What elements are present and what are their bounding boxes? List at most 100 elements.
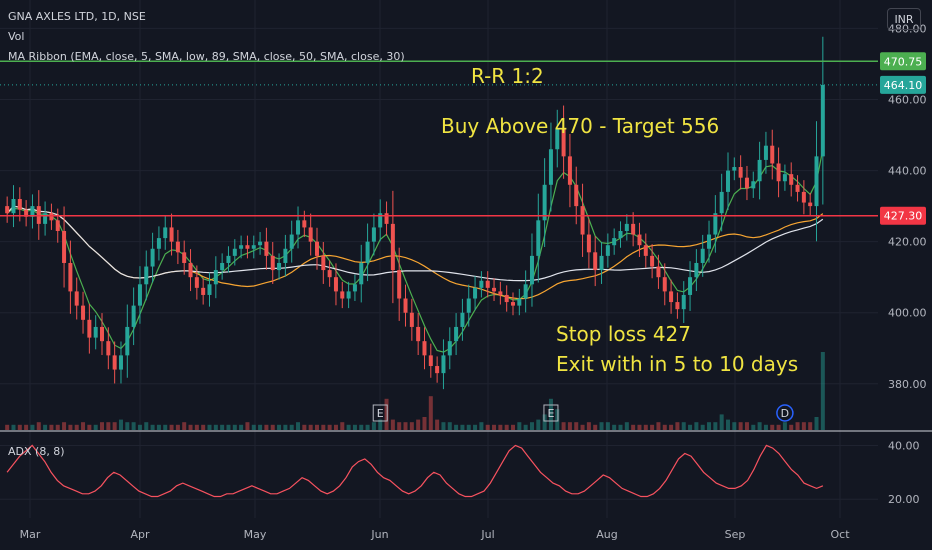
- volume-legend[interactable]: Vol: [8, 30, 24, 43]
- volume-bar: [24, 424, 29, 430]
- candle-body: [618, 230, 623, 239]
- price-tick-label: 400.00: [888, 307, 927, 320]
- candle-body: [454, 326, 459, 342]
- candle-body: [795, 184, 800, 192]
- last-price-badge: 464.10: [884, 79, 923, 92]
- candle-body: [55, 220, 60, 231]
- time-tick-label: Sep: [725, 528, 746, 541]
- candle-body: [258, 241, 263, 246]
- candle-body: [251, 245, 256, 249]
- volume-bar: [43, 424, 48, 430]
- candle-body: [11, 199, 16, 214]
- candle-body: [150, 248, 155, 267]
- candle-body: [473, 287, 478, 299]
- candle-body: [163, 227, 168, 239]
- adx-legend[interactable]: ADX (8, 8): [8, 445, 65, 458]
- candle-body: [194, 277, 199, 288]
- volume-bar: [55, 424, 60, 430]
- volume-bar: [397, 422, 402, 430]
- candle-body: [637, 234, 642, 246]
- candle-body: [485, 280, 490, 288]
- candle-body: [390, 223, 395, 271]
- candle-body: [492, 287, 497, 292]
- candle-body: [567, 156, 572, 185]
- currency-button[interactable]: INR: [887, 8, 921, 30]
- volume-bar: [529, 422, 534, 430]
- volume-bar: [30, 424, 35, 430]
- volume-bar: [264, 424, 269, 430]
- volume-bar: [49, 424, 54, 430]
- buy-annotation: Buy Above 470 - Target 556: [441, 114, 720, 138]
- candle-body: [669, 291, 674, 303]
- stop-annotation: Stop loss 427: [556, 322, 691, 346]
- candle-body: [435, 366, 440, 374]
- volume-bar: [277, 424, 282, 430]
- chart-canvas[interactable]: EED 380.00400.00420.00440.00460.00480.00…: [0, 0, 932, 550]
- price-tick-label: 380.00: [888, 378, 927, 391]
- volume-bar: [542, 414, 547, 430]
- volume-bar: [68, 424, 73, 430]
- candle-body: [650, 255, 655, 267]
- volume-bar: [150, 424, 155, 430]
- volume-bar: [365, 424, 370, 430]
- time-tick-label: May: [244, 528, 267, 541]
- volume-bar: [346, 424, 351, 430]
- candle-body: [87, 319, 92, 338]
- candle-body: [599, 255, 604, 271]
- candle-body: [504, 294, 509, 303]
- volume-bar: [270, 424, 275, 430]
- volume-bar: [586, 422, 591, 430]
- volume-bar: [599, 422, 604, 430]
- volume-bar: [707, 422, 712, 430]
- candle-body: [137, 284, 142, 306]
- volume-bar: [744, 422, 749, 430]
- volume-bar: [289, 424, 294, 430]
- time-tick-label: Aug: [596, 528, 617, 541]
- candle-body: [770, 145, 775, 164]
- volume-bar: [536, 419, 541, 430]
- candle-body: [201, 287, 206, 295]
- candle-body: [365, 241, 370, 263]
- candle-body: [574, 184, 579, 207]
- volume-bar: [460, 424, 465, 430]
- candle-body: [580, 206, 585, 235]
- volume-bar: [93, 424, 98, 430]
- volume-bar: [188, 424, 193, 430]
- candle-body: [662, 277, 667, 292]
- volume-bar: [441, 422, 446, 430]
- candle-body: [707, 234, 712, 249]
- candle-body: [397, 270, 402, 299]
- volume-bar: [371, 422, 376, 430]
- volume-bar: [194, 424, 199, 430]
- volume-bar: [201, 424, 206, 430]
- volume-bar: [112, 422, 117, 430]
- exit-annotation: Exit with in 5 to 10 days: [556, 352, 799, 376]
- candle-body: [744, 177, 749, 189]
- volume-bar: [681, 422, 686, 430]
- ma-ribbon-legend[interactable]: MA Ribbon (EMA, close, 5, SMA, low, 89, …: [8, 50, 405, 63]
- event-marker-label: E: [547, 407, 554, 420]
- volume-bar: [808, 422, 813, 430]
- volume-bar: [801, 422, 806, 430]
- volume-bar: [719, 414, 724, 430]
- volume-bar: [352, 424, 357, 430]
- candle-body: [643, 245, 648, 256]
- candle-body: [327, 270, 332, 278]
- volume-bar: [239, 424, 244, 430]
- candle-body: [333, 277, 338, 292]
- candle-body: [700, 248, 705, 263]
- volume-bar: [283, 424, 288, 430]
- volume-bar: [643, 424, 648, 430]
- candle-body: [782, 174, 787, 182]
- volume-bar: [725, 419, 730, 430]
- symbol-legend[interactable]: GNA AXLES LTD, 1D, NSE: [8, 10, 146, 23]
- volume-bar: [473, 424, 478, 430]
- candle-body: [656, 266, 661, 278]
- candle-body: [277, 262, 282, 271]
- volume-bar: [226, 424, 231, 430]
- volume-bar: [624, 422, 629, 430]
- candle-body: [789, 174, 794, 185]
- rr-annotation: R-R 1:2: [471, 64, 544, 88]
- candle-body: [232, 248, 237, 256]
- candle-body: [245, 245, 250, 249]
